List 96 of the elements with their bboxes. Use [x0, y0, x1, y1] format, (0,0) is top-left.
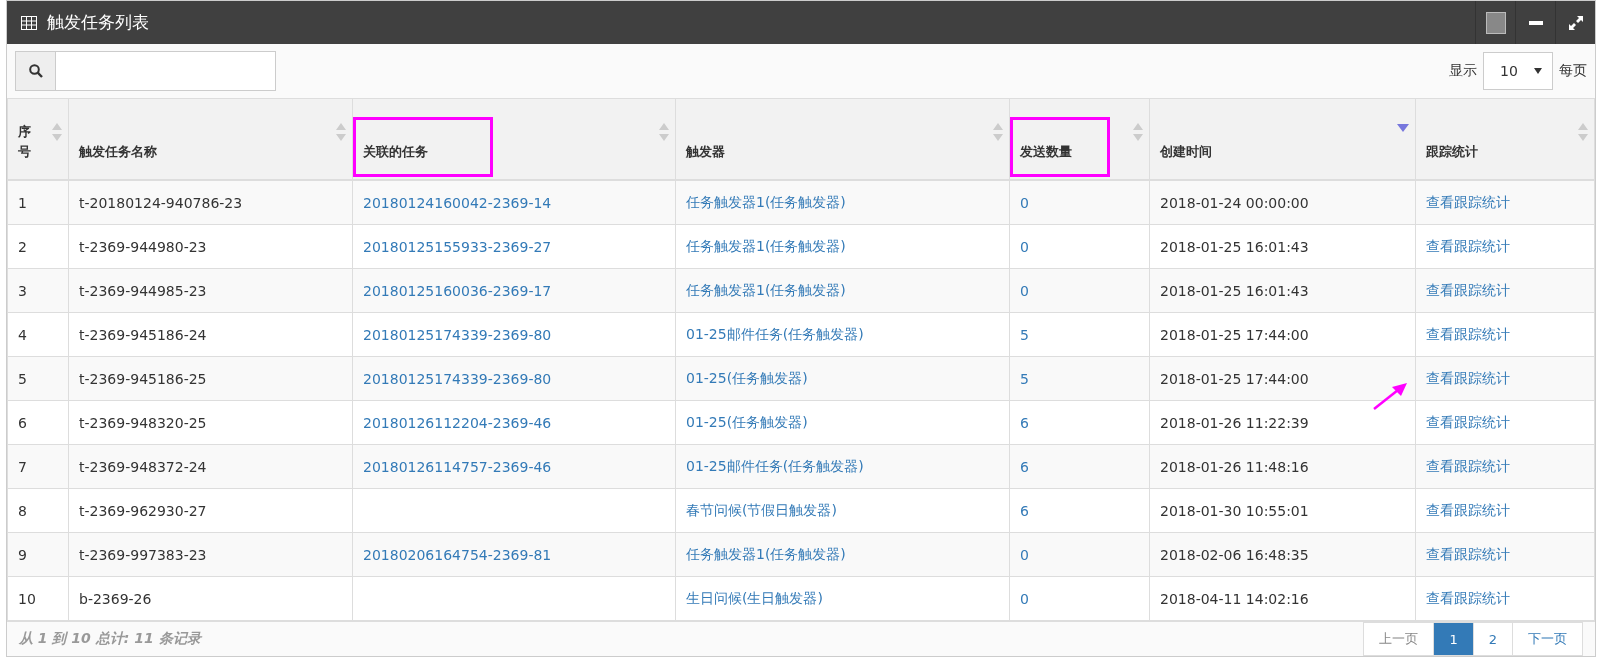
- column-header[interactable]: 跟踪统计: [1415, 99, 1595, 180]
- table-link[interactable]: 查看跟踪统计: [1426, 369, 1510, 386]
- cell-text: t-2369-945186-25: [79, 370, 207, 387]
- table-link[interactable]: 5: [1020, 370, 1029, 387]
- expand-icon: [1567, 14, 1584, 31]
- table-link[interactable]: 任务触发器1(任务触发器): [686, 193, 846, 210]
- show-label: 显示: [1449, 62, 1477, 80]
- table-link[interactable]: 6: [1020, 458, 1029, 475]
- sort-icon[interactable]: [1578, 123, 1588, 141]
- table-link[interactable]: 6: [1020, 502, 1029, 519]
- table-link[interactable]: 查看跟踪统计: [1426, 413, 1510, 430]
- table-link[interactable]: 0: [1020, 194, 1029, 211]
- table-link[interactable]: 01-25邮件任务(任务触发器): [686, 457, 864, 474]
- table-link[interactable]: 春节问候(节假日触发器): [686, 501, 837, 518]
- table-link[interactable]: 01-25(任务触发器): [686, 369, 808, 386]
- cell-text: t-2369-944980-23: [79, 238, 207, 255]
- table-link[interactable]: 20180125160036-2369-17: [363, 282, 552, 299]
- table-link[interactable]: 20180125155933-2369-27: [363, 238, 552, 255]
- sort-descending-icon[interactable]: [1397, 123, 1409, 133]
- cell-text: 2: [18, 238, 27, 255]
- cell-text: 3: [18, 282, 27, 299]
- cell-text: b-2369-26: [79, 590, 152, 607]
- cell-text: 9: [18, 546, 27, 563]
- table-link[interactable]: 生日问候(生日触发器): [686, 589, 823, 606]
- page-button[interactable]: 下一页: [1512, 622, 1583, 656]
- page-button[interactable]: 2: [1472, 622, 1513, 656]
- caret-icon: [1534, 68, 1542, 74]
- sort-icon[interactable]: [993, 123, 1003, 141]
- cell-text: 2018-01-25 17:44:00: [1160, 326, 1309, 343]
- cell-text: 2018-02-06 16:48:35: [1160, 546, 1309, 563]
- cell-text: 2018-01-25 17:44:00: [1160, 370, 1309, 387]
- table-link[interactable]: 20180126112204-2369-46: [363, 414, 552, 431]
- table-link[interactable]: 0: [1020, 546, 1029, 563]
- table-link[interactable]: 01-25(任务触发器): [686, 413, 808, 430]
- table-link[interactable]: 查看跟踪统计: [1426, 193, 1510, 210]
- table-link[interactable]: 6: [1020, 414, 1029, 431]
- table-link[interactable]: 查看跟踪统计: [1426, 545, 1510, 562]
- table-link[interactable]: 20180124160042-2369-14: [363, 194, 552, 211]
- column-header[interactable]: 触发器: [675, 99, 1010, 180]
- cell-text: 2018-01-26 11:22:39: [1160, 414, 1309, 431]
- table-icon: [21, 15, 37, 30]
- cell-text: t-2369-945186-24: [79, 326, 207, 343]
- table-link[interactable]: 查看跟踪统计: [1426, 589, 1510, 606]
- table-link[interactable]: 任务触发器1(任务触发器): [686, 237, 846, 254]
- cell-text: 2018-01-24 00:00:00: [1160, 194, 1309, 211]
- cell-text: t-2369-948320-25: [79, 414, 207, 431]
- records-summary: 从 1 到 10 总计: 11 条记录: [19, 630, 201, 648]
- sort-icon[interactable]: [1133, 123, 1143, 141]
- cell-text: t-2369-962930-27: [79, 502, 207, 519]
- table-link[interactable]: 0: [1020, 238, 1029, 255]
- column-header[interactable]: 创建时间: [1149, 99, 1416, 180]
- sort-icon[interactable]: [336, 123, 346, 141]
- table-link[interactable]: 查看跟踪统计: [1426, 325, 1510, 342]
- cell-text: 2018-01-25 16:01:43: [1160, 282, 1309, 299]
- cell-text: 2018-01-25 16:01:43: [1160, 238, 1309, 255]
- per-page-label: 每页: [1559, 62, 1587, 80]
- table-link[interactable]: 查看跟踪统计: [1426, 237, 1510, 254]
- panel-title: 触发任务列表: [47, 11, 150, 34]
- cell-text: 7: [18, 458, 27, 475]
- cell-text: 2018-01-26 11:48:16: [1160, 458, 1309, 475]
- page-button[interactable]: 1: [1433, 622, 1474, 656]
- table-link[interactable]: 20180125174339-2369-80: [363, 370, 552, 387]
- table-link[interactable]: 01-25邮件任务(任务触发器): [686, 325, 864, 342]
- cell-text: t-2369-948372-24: [79, 458, 207, 475]
- cell-text: t-2369-944985-23: [79, 282, 207, 299]
- page-size-select[interactable]: 10: [1483, 52, 1553, 90]
- table-link[interactable]: 20180126114757-2369-46: [363, 458, 552, 475]
- table-link[interactable]: 20180206164754-2369-81: [363, 546, 552, 563]
- table-link[interactable]: 0: [1020, 590, 1029, 607]
- table-link[interactable]: 查看跟踪统计: [1426, 457, 1510, 474]
- table-link[interactable]: 任务触发器1(任务触发器): [686, 281, 846, 298]
- cell-text: t-20180124-940786-23: [79, 194, 243, 211]
- table-link[interactable]: 5: [1020, 326, 1029, 343]
- table-link[interactable]: 0: [1020, 282, 1029, 299]
- column-header[interactable]: 序号: [7, 99, 69, 180]
- cell-text: t-2369-997383-23: [79, 546, 207, 563]
- cell-text: 2018-04-11 14:02:16: [1160, 590, 1309, 607]
- sort-icon[interactable]: [659, 123, 669, 141]
- table-link[interactable]: 任务触发器1(任务触发器): [686, 545, 846, 562]
- cell-text: 6: [18, 414, 27, 431]
- cell-text: 8: [18, 502, 27, 519]
- table-link[interactable]: 查看跟踪统计: [1426, 281, 1510, 298]
- column-header[interactable]: 触发任务名称: [68, 99, 353, 180]
- table-link[interactable]: 20180125174339-2369-80: [363, 326, 552, 343]
- sort-icon[interactable]: [52, 123, 62, 141]
- cell-text: 10: [18, 590, 36, 607]
- search-icon: [28, 64, 43, 78]
- cell-text: 5: [18, 370, 27, 387]
- minus-icon: [1528, 20, 1543, 25]
- search-field[interactable]: [15, 51, 276, 91]
- cell-text: 2018-01-30 10:55:01: [1160, 502, 1309, 519]
- column-header[interactable]: 发送数量: [1009, 99, 1150, 180]
- cell-text: 1: [18, 194, 27, 211]
- cell-text: 4: [18, 326, 27, 343]
- column-header[interactable]: 关联的任务: [352, 99, 676, 180]
- table-link[interactable]: 查看跟踪统计: [1426, 501, 1510, 518]
